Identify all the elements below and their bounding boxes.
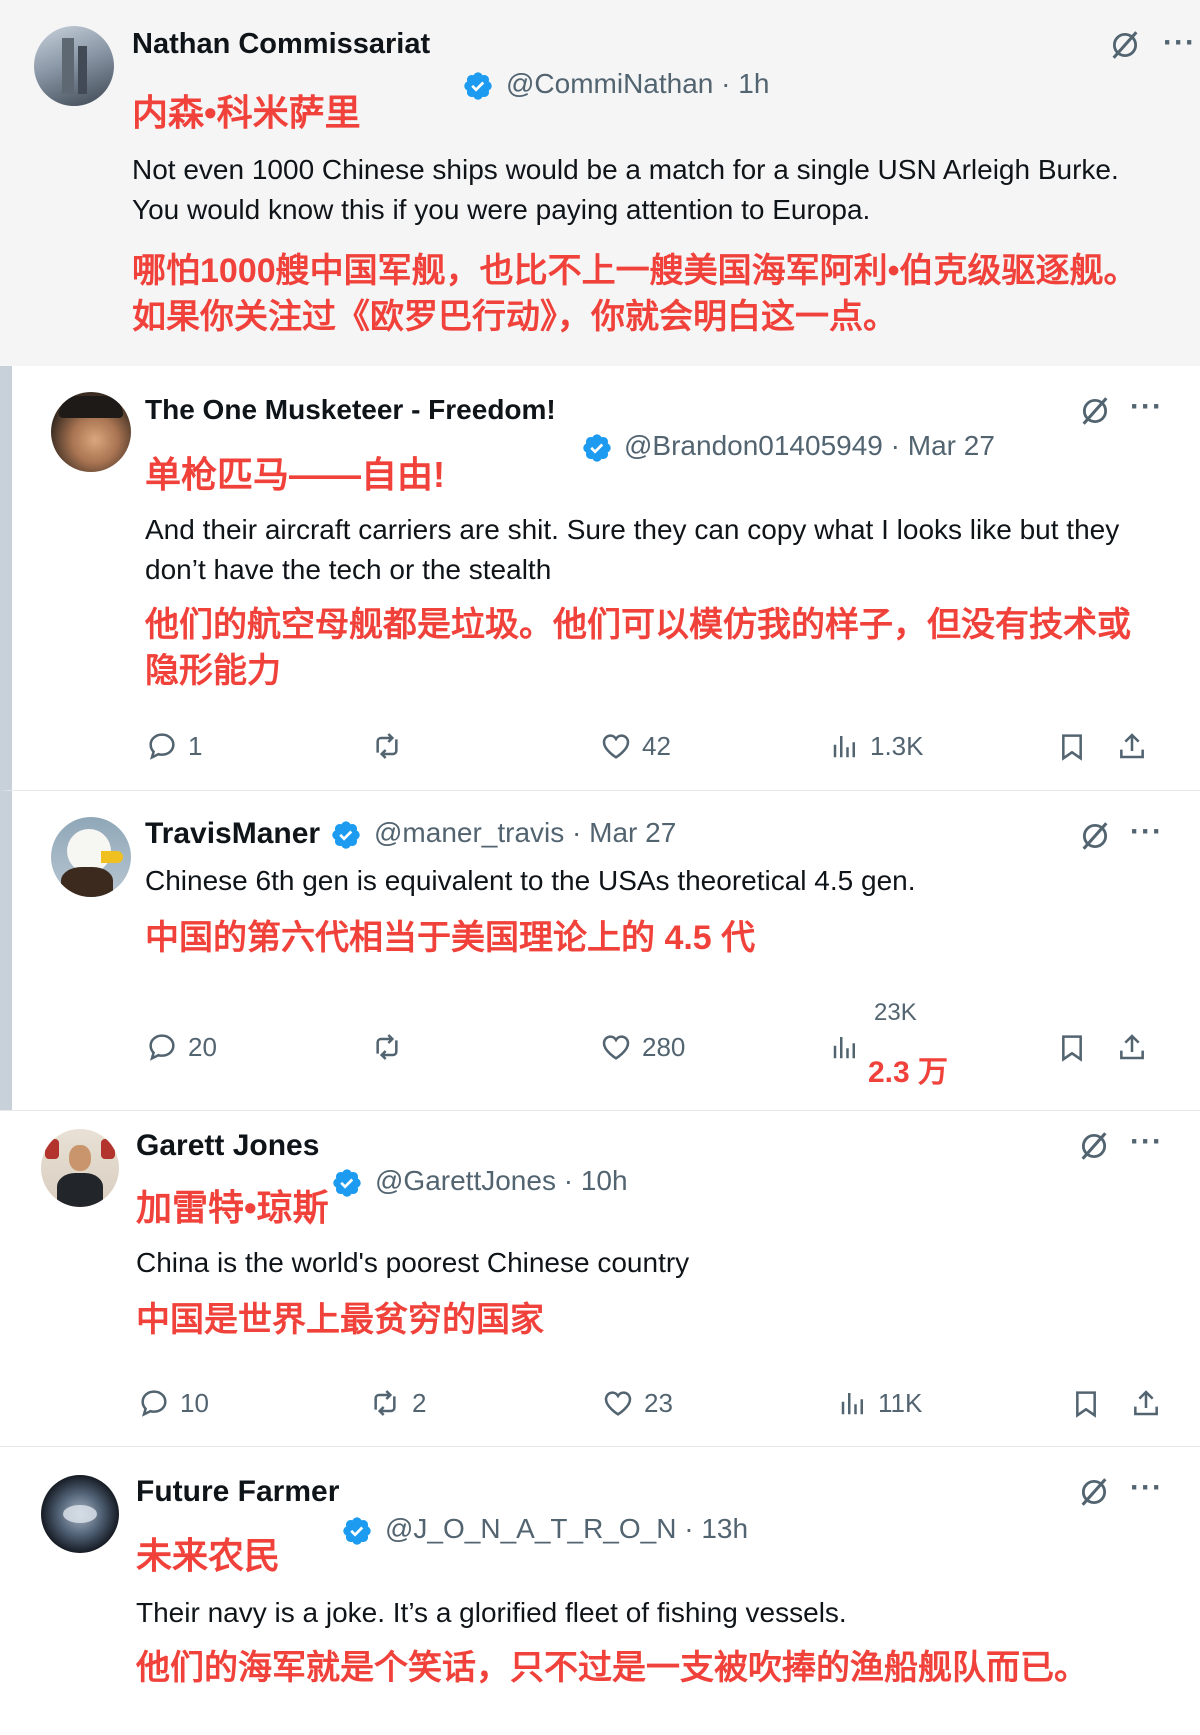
grok-icon[interactable] (1078, 819, 1112, 853)
display-name-translation: 加雷特•琼斯 (136, 1187, 329, 1228)
share-icon[interactable] (1130, 1387, 1162, 1421)
view-count: 23K (874, 999, 917, 1026)
verified-badge-icon (581, 432, 613, 464)
more-options-button[interactable]: ··· (1130, 815, 1163, 849)
grok-icon[interactable] (1077, 1475, 1111, 1509)
views-button[interactable]: 11K (838, 1387, 922, 1419)
display-name[interactable]: The One Musketeer - Freedom! (145, 394, 556, 426)
reply-count: 10 (180, 1387, 209, 1418)
avatar[interactable] (34, 26, 114, 106)
like-button[interactable]: 280 (600, 1031, 685, 1063)
more-options-button[interactable]: ··· (1130, 1125, 1163, 1159)
avatar[interactable] (51, 392, 131, 472)
share-icon[interactable] (1116, 1031, 1148, 1065)
like-button[interactable]: 23 (602, 1387, 673, 1419)
views-button[interactable]: 1.3K (830, 730, 924, 762)
display-name-translation: 内森•科米萨里 (132, 92, 361, 133)
like-button[interactable]: 42 (600, 730, 671, 762)
repost-icon (370, 1031, 404, 1063)
view-count: 11K (878, 1387, 923, 1418)
more-options-button[interactable]: ··· (1130, 1471, 1163, 1505)
heart-icon (600, 1031, 632, 1063)
tweet[interactable]: TravisManer @maner_travis · Mar 27 ··· C… (0, 790, 1200, 1110)
verified-badge-icon (462, 70, 494, 102)
repost-count: 2 (412, 1387, 427, 1418)
tweet-text-translation: 中国是世界上最贫穷的国家 (136, 1301, 544, 1339)
tweet-text: China is the world's poorest Chinese cou… (136, 1247, 690, 1278)
more-options-button[interactable]: ··· (1130, 390, 1163, 424)
tweet[interactable]: The One Musketeer - Freedom! 单枪匹马——自由! @… (0, 366, 1200, 790)
tweet-text-translation: 他们的海军就是个笑话，只不过是一支被吹捧的渔船舰队而已。 (136, 1649, 1088, 1687)
handle-and-time[interactable]: @GarettJones · 10h (375, 1165, 628, 1197)
tweet[interactable]: Future Farmer 未来农民 @J_O_N_A_T_R_O_N · 13… (0, 1446, 1200, 1735)
tweet-text: Chinese 6th gen is equivalent to the USA… (145, 865, 916, 896)
views-icon (838, 1387, 868, 1419)
grok-icon[interactable] (1108, 28, 1142, 62)
avatar[interactable] (51, 817, 131, 897)
grok-icon[interactable] (1077, 1129, 1111, 1163)
verified-badge-icon (331, 1167, 363, 1199)
grok-icon[interactable] (1078, 394, 1112, 428)
view-count-translation: 2.3 万 (868, 1056, 949, 1089)
repost-icon (368, 1387, 402, 1419)
reply-button[interactable]: 1 (146, 730, 202, 762)
handle-and-time[interactable]: @maner_travis · Mar 27 (374, 817, 676, 849)
avatar[interactable] (41, 1129, 119, 1207)
verified-badge-icon (341, 1515, 373, 1547)
bookmark-icon[interactable] (1070, 1387, 1102, 1421)
verified-badge-icon (330, 819, 362, 851)
bookmark-icon[interactable] (1056, 730, 1088, 764)
share-icon[interactable] (1116, 730, 1148, 764)
bookmark-icon[interactable] (1056, 1031, 1088, 1065)
reply-icon (146, 1031, 178, 1063)
repost-button[interactable] (370, 730, 404, 762)
reply-button[interactable]: 20 (146, 1031, 217, 1063)
tweet-text-translation: 中国的第六代相当于美国理论上的 4.5 代 (145, 919, 756, 957)
handle-and-time[interactable]: @J_O_N_A_T_R_O_N · 13h (385, 1513, 748, 1545)
avatar[interactable] (41, 1475, 119, 1553)
tweet-text: Their navy is a joke. It’s a glorified f… (136, 1597, 847, 1628)
like-count: 42 (642, 730, 671, 761)
repost-icon (370, 730, 404, 762)
reply-count: 20 (188, 1031, 217, 1062)
tweet-text: And their aircraft carriers are shit. Su… (145, 514, 1120, 585)
reply-icon (146, 730, 178, 762)
tweet[interactable]: Nathan Commissariat 内森•科米萨里 @CommiNathan… (0, 0, 1200, 366)
views-icon (830, 730, 860, 762)
views-button[interactable] (830, 1031, 860, 1063)
reply-icon (138, 1387, 170, 1419)
handle-and-time[interactable]: @CommiNathan · 1h (506, 68, 769, 100)
display-name-translation: 单枪匹马——自由! (145, 454, 445, 495)
view-count: 1.3K (870, 730, 924, 761)
display-name[interactable]: TravisManer (145, 817, 320, 851)
more-options-button[interactable]: ··· (1163, 26, 1196, 60)
display-name[interactable]: Garett Jones (136, 1129, 319, 1163)
tweet-text-translation: 他们的航空母舰都是垃圾。他们可以模仿我的样子，但没有技术或隐形能力 (145, 606, 1131, 690)
display-name-translation: 未来农民 (136, 1535, 281, 1576)
handle-and-time[interactable]: @Brandon01405949 · Mar 27 (624, 430, 995, 462)
heart-icon (602, 1387, 634, 1419)
heart-icon (600, 730, 632, 762)
like-count: 280 (642, 1031, 686, 1062)
repost-button[interactable] (370, 1031, 404, 1063)
repost-button[interactable]: 2 (368, 1387, 426, 1419)
tweet-text: Not even 1000 Chinese ships would be a m… (132, 154, 1119, 225)
tweet-text-translation: 哪怕1000艘中国军舰，也比不上一艘美国海军阿利•伯克级驱逐舰。如果你关注过《欧… (132, 252, 1138, 336)
reply-count: 1 (188, 730, 203, 761)
tweet[interactable]: Garett Jones 加雷特•琼斯 @GarettJones · 10h ·… (0, 1110, 1200, 1446)
display-name[interactable]: Nathan Commissariat (132, 28, 430, 61)
reply-button[interactable]: 10 (138, 1387, 209, 1419)
views-icon (830, 1031, 860, 1063)
display-name[interactable]: Future Farmer (136, 1475, 339, 1509)
like-count: 23 (644, 1387, 673, 1418)
